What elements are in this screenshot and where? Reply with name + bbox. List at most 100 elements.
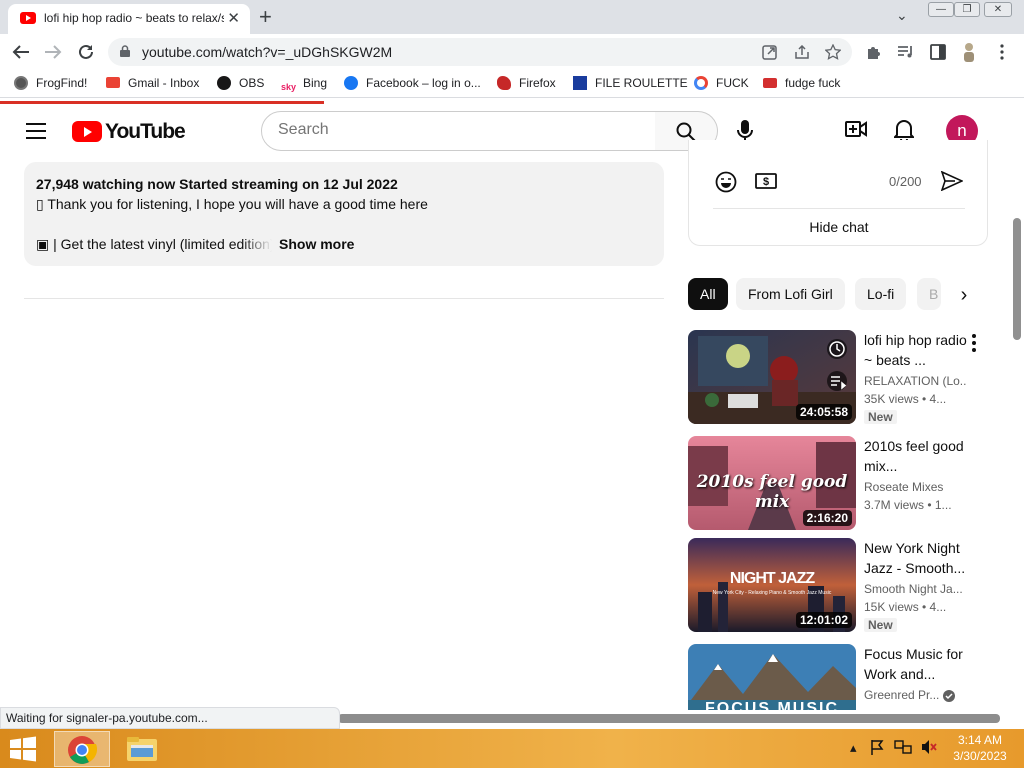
extensions-puzzle-icon[interactable] (866, 44, 882, 60)
video-title[interactable]: New York Night Jazz - Smooth... (864, 538, 968, 578)
open-in-app-icon[interactable] (762, 45, 777, 60)
browser-tab-strip: lofi hip hop radio ~ beats to relax/stud… (0, 0, 1024, 34)
youtube-favicon-icon (20, 12, 36, 24)
firefox-icon (497, 76, 511, 90)
share-icon[interactable] (794, 45, 810, 60)
video-thumbnail[interactable]: FOCUS MUSIC (688, 644, 856, 710)
new-tab-button[interactable]: + (259, 4, 272, 30)
send-icon[interactable] (941, 171, 963, 191)
chip-from-lofi-girl[interactable]: From Lofi Girl (736, 278, 845, 310)
back-arrow-icon[interactable] (12, 44, 30, 60)
super-chat-dollar-icon[interactable]: $ (755, 172, 777, 190)
restore-button[interactable]: ❐ (954, 2, 980, 17)
hide-chat-button[interactable]: Hide chat (689, 219, 989, 235)
thumbnail-overlay-text: 2010s feel good mix (696, 472, 848, 512)
action-center-flag-icon[interactable] (870, 739, 884, 755)
video-item[interactable]: NIGHT JAZZ New York City - Relaxing Pian… (688, 538, 988, 634)
browser-tab[interactable]: lofi hip hop radio ~ beats to relax/stud… (8, 4, 250, 34)
address-bar[interactable]: youtube.com/watch?v=_uDGhSKGW2M (108, 38, 852, 66)
search-box[interactable] (261, 111, 656, 151)
add-to-queue-icon[interactable] (826, 370, 848, 392)
notifications-bell-icon[interactable] (894, 118, 914, 142)
url-text[interactable]: youtube.com/watch?v=_uDGhSKGW2M (142, 44, 392, 60)
search-input[interactable] (278, 121, 638, 139)
close-window-button[interactable]: ✕ (984, 2, 1012, 17)
video-item[interactable]: 24:05:58 lofi hip hop radio ~ beats ... … (688, 330, 988, 426)
media-control-icon[interactable] (897, 45, 915, 59)
show-more-button[interactable]: Show more (279, 236, 354, 252)
hamburger-menu-icon[interactable] (26, 123, 46, 139)
bookmark-file-roulette[interactable]: FILE ROULETTE (573, 76, 688, 90)
tab-close-icon[interactable]: ✕ (227, 9, 240, 27)
bookmark-frogfind[interactable]: FrogFind! (14, 76, 87, 90)
video-channel[interactable]: Greenred Pr... (864, 688, 940, 702)
emoji-icon[interactable] (715, 171, 737, 193)
video-title[interactable]: 2010s feel good mix... (864, 436, 968, 476)
bookmark-label: Bing (303, 76, 328, 90)
chip-lofi[interactable]: Lo-fi (855, 278, 907, 310)
chip-all[interactable]: All (688, 278, 728, 310)
bookmark-star-icon[interactable] (825, 44, 841, 60)
bookmark-bing[interactable]: sky Bing (281, 76, 327, 94)
gmail-icon (106, 77, 120, 88)
volume-muted-icon[interactable] (921, 739, 938, 755)
forward-arrow-icon[interactable] (44, 44, 62, 60)
bookmark-gmail[interactable]: Gmail - Inbox (106, 76, 199, 90)
tab-search-chevron-down-icon[interactable]: ⌄ (896, 7, 908, 24)
bookmark-label: Facebook – log in o... (366, 76, 481, 90)
github-icon (217, 76, 231, 90)
video-more-options-icon[interactable] (972, 334, 976, 355)
video-duration: 12:01:02 (795, 612, 852, 628)
chips-next-chevron-right-icon[interactable]: › (948, 282, 980, 310)
video-channel[interactable]: Roseate Mixes (864, 480, 966, 494)
chrome-menu-kebab-icon[interactable] (999, 44, 1005, 60)
bookmark-google[interactable]: FUCK (694, 76, 749, 90)
new-badge: New (864, 410, 897, 424)
create-video-icon[interactable] (845, 120, 867, 138)
windows-start-icon[interactable] (8, 736, 38, 762)
lock-icon[interactable] (120, 45, 130, 57)
bookmark-label: FrogFind! (36, 76, 88, 90)
video-channel[interactable]: Smooth Night Ja... (864, 582, 966, 596)
bookmark-label: Gmail - Inbox (128, 76, 200, 90)
video-thumbnail[interactable]: 2010s feel good mix 2:16:20 (688, 436, 856, 530)
minimize-button[interactable]: — (928, 2, 954, 17)
show-hidden-icons-chevron-up-icon[interactable]: ▴ (850, 740, 857, 755)
file-explorer-icon[interactable] (126, 735, 158, 763)
horizontal-scrollbar-thumb[interactable] (338, 714, 1000, 723)
side-panel-icon[interactable] (930, 44, 946, 60)
video-item[interactable]: 2010s feel good mix 2:16:20 2010s feel g… (688, 436, 988, 532)
profile-avatar-icon[interactable] (961, 41, 977, 63)
description-line: ▣ | Get the latest vinyl (limited editio… (36, 236, 272, 253)
video-duration: 2:16:20 (802, 510, 852, 526)
bookmark-label: Firefox (519, 76, 556, 90)
video-thumbnail[interactable]: NIGHT JAZZ New York City - Relaxing Pian… (688, 538, 856, 632)
network-icon[interactable] (894, 739, 912, 755)
chip-partial[interactable]: B (917, 278, 941, 310)
video-thumbnail[interactable]: 24:05:58 (688, 330, 856, 424)
taskbar-clock[interactable]: 3:14 AM 3/30/2023 (944, 732, 1016, 764)
video-title[interactable]: Focus Music for Work and... (864, 644, 968, 684)
reload-icon[interactable] (77, 43, 95, 61)
thumbnail-overlay-text: FOCUS MUSIC (705, 700, 839, 710)
video-channel[interactable]: RELAXATION (Lo... (864, 374, 966, 388)
verified-check-icon (943, 690, 955, 702)
chrome-taskbar-button[interactable] (54, 731, 110, 767)
bookmark-facebook[interactable]: Facebook – log in o... (344, 76, 481, 90)
video-description-box[interactable]: 27,948 watching now Started streaming on… (24, 162, 664, 266)
video-title[interactable]: lofi hip hop radio ~ beats ... (864, 330, 968, 370)
youtube-play-icon (72, 121, 102, 142)
windows-taskbar: ▴ 3:14 AM 3/30/2023 (0, 729, 1024, 768)
bookmark-obs[interactable]: OBS (217, 76, 264, 90)
video-item[interactable]: FOCUS MUSIC Focus Music for Work and... … (688, 644, 988, 710)
chrome-icon (68, 736, 97, 764)
thumbnail-overlay-subtext: New York City - Relaxing Piano & Smooth … (712, 590, 832, 596)
search-icon (676, 122, 696, 142)
watch-later-clock-icon[interactable] (826, 338, 848, 360)
bookmark-label: FILE ROULETTE (595, 76, 688, 90)
bookmark-fudge[interactable]: fudge fuck (763, 76, 840, 90)
system-tray: ▴ (850, 739, 938, 756)
clock-date: 3/30/2023 (953, 749, 1007, 763)
bookmark-firefox[interactable]: Firefox (497, 76, 556, 90)
vertical-scrollbar-thumb[interactable] (1013, 218, 1021, 340)
